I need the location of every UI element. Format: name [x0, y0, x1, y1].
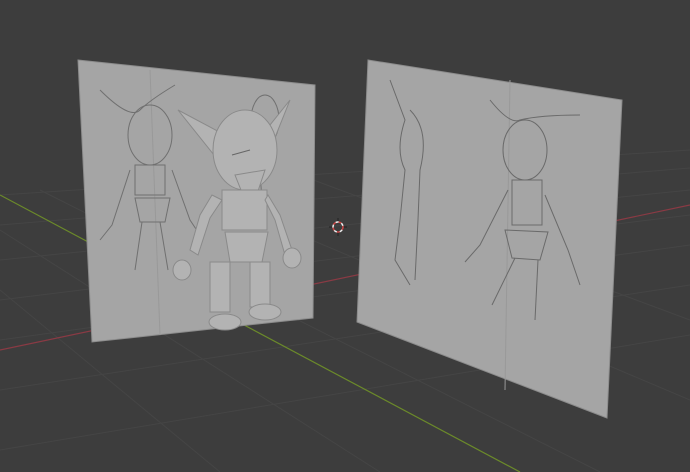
- 3d-cursor-icon[interactable]: [329, 218, 347, 236]
- viewport-canvas[interactable]: [0, 0, 690, 472]
- 3d-viewport[interactable]: [0, 0, 690, 472]
- front-reference-plane[interactable]: [77, 59, 316, 343]
- side-reference-plane[interactable]: [356, 59, 623, 419]
